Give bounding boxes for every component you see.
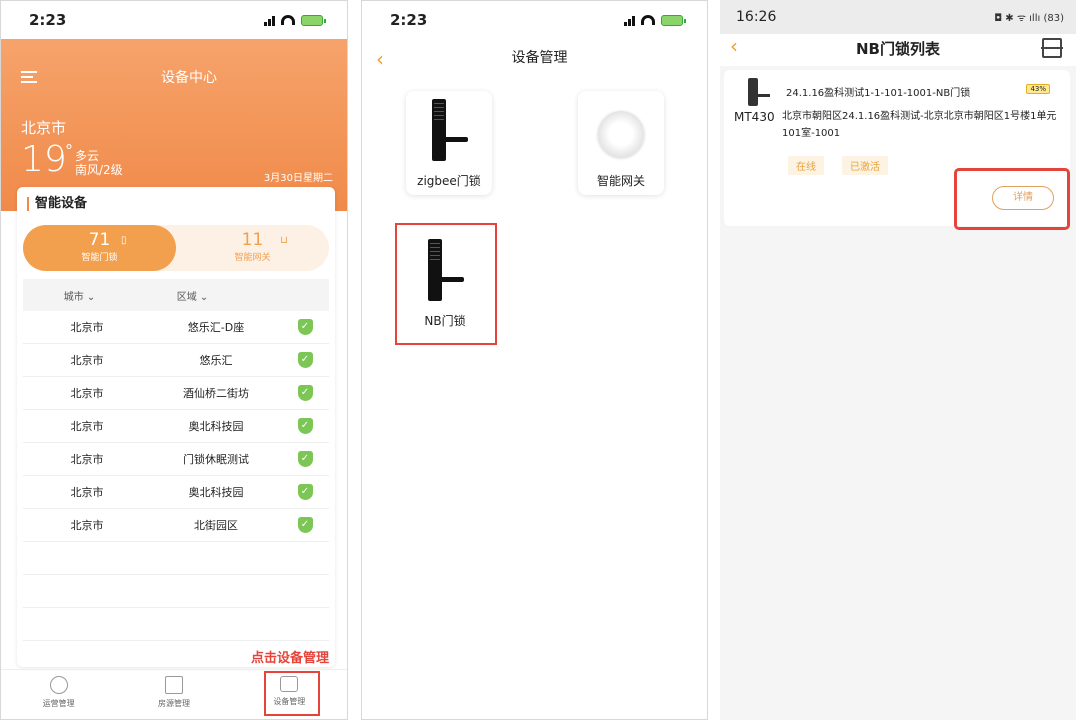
card-title: 智能设备 — [27, 197, 87, 211]
device-zigbee-lock[interactable]: zigbee门锁 — [406, 91, 492, 195]
table-row[interactable]: 北京市 北街园区 ✓ — [23, 509, 329, 542]
page-title: NB门锁列表 — [856, 40, 940, 58]
tab-housing[interactable]: 房源管理 — [116, 670, 231, 719]
battery-icon — [301, 14, 326, 26]
status-time: 2:23 — [29, 11, 67, 29]
empty-row — [23, 575, 329, 608]
shield-check-icon: ✓ — [297, 319, 313, 335]
status-time: 16:26 — [736, 9, 777, 25]
status-icons: ◘ ✱ ᯤ ıllı (83) — [994, 13, 1064, 24]
shield-check-icon: ✓ — [297, 385, 313, 401]
locks-label: 智能门锁 — [81, 253, 118, 263]
status-time: 2:23 — [390, 11, 428, 29]
tab-smart-gateways[interactable]: 11 智能网关 ⊔ — [176, 225, 329, 271]
locks-count: 71 — [88, 230, 111, 250]
table-row[interactable]: 北京市 奥北科技园 ✓ — [23, 410, 329, 443]
device-smart-gateway[interactable]: 智能网关 — [578, 91, 664, 195]
nav-bar: ‹ NB门锁列表 — [720, 34, 1076, 66]
shield-check-icon: ✓ — [297, 517, 313, 533]
lock-name: 24.1.16盈科测试1-1-101-1001-NB门锁 — [786, 88, 971, 99]
page-title: 设备中心 — [161, 70, 217, 86]
battery-icon — [661, 14, 686, 26]
status-badge-activated: 已激活 — [842, 156, 888, 175]
temperature: 19 — [21, 139, 67, 180]
operations-icon — [49, 676, 68, 694]
col-area[interactable]: 区域 ⌄ — [136, 288, 249, 303]
weather-header: 设备中心 北京市 19 ° 多云 南风/2级 3月30日星期二 — [1, 39, 347, 211]
empty-row — [23, 542, 329, 575]
building-icon — [164, 676, 183, 694]
lock-model: MT430 — [734, 110, 775, 124]
table-row[interactable]: 北京市 悠乐汇 ✓ — [23, 344, 329, 377]
empty-row — [23, 608, 329, 641]
lock-icon: ▯ — [121, 235, 127, 246]
status-bar: 16:26 ◘ ✱ ᯤ ıllı (83) — [720, 0, 1076, 34]
shield-check-icon: ✓ — [297, 418, 313, 434]
tab-smart-locks[interactable]: 71 智能门锁 ▯ — [23, 225, 176, 271]
degree-symbol: ° — [65, 141, 73, 160]
signal-icon — [264, 15, 275, 26]
nav-bar: ‹ 设备管理 — [362, 39, 707, 73]
lock-address: 北京市朝阳区24.1.16盈科测试-北京北京市朝阳区1号楼1单元101室-100… — [782, 111, 1057, 139]
status-badge-online: 在线 — [788, 156, 824, 175]
device-table: 城市 ⌄ 区域 ⌄ 北京市 悠乐汇-D座 ✓ 北京市 悠乐汇 ✓ 北京市 酒仙桥二街坊 ✓ … — [23, 279, 329, 641]
status-bar: 2:23 — [362, 1, 707, 39]
highlight-box — [954, 168, 1070, 230]
shield-check-icon: ✓ — [297, 451, 313, 467]
col-city[interactable]: 城市 ⌄ — [23, 288, 136, 303]
status-bar: 2:23 — [1, 1, 347, 39]
gateways-count: 11 — [241, 230, 264, 250]
highlight-box — [395, 223, 497, 345]
shield-check-icon: ✓ — [297, 352, 313, 368]
table-row[interactable]: 北京市 悠乐汇-D座 ✓ — [23, 311, 329, 344]
scan-icon[interactable] — [1041, 38, 1063, 58]
city-label: 北京市 — [21, 119, 67, 137]
signal-icon — [624, 15, 635, 26]
tab-operations[interactable]: 运营管理 — [1, 670, 116, 719]
wifi-icon — [281, 15, 295, 25]
date-label: 3月30日星期二 — [263, 173, 333, 184]
table-row[interactable]: 北京市 门锁休眠测试 ✓ — [23, 443, 329, 476]
table-row[interactable]: 北京市 奥北科技园 ✓ — [23, 476, 329, 509]
gateways-label: 智能网关 — [234, 253, 271, 263]
wind-info: 南风/2级 — [75, 163, 123, 177]
table-header: 城市 ⌄ 区域 ⌄ — [23, 279, 329, 311]
smart-devices-card: 智能设备 71 智能门锁 ▯ 11 智能网关 ⊔ 城市 ⌄ 区域 ⌄ 北京市 悠乐… — [17, 187, 335, 667]
table-row[interactable]: 北京市 酒仙桥二街坊 ✓ — [23, 377, 329, 410]
shield-check-icon: ✓ — [297, 484, 313, 500]
device-type-tabs: 71 智能门锁 ▯ 11 智能网关 ⊔ — [23, 225, 329, 271]
screen-nb-lock-list: 16:26 ◘ ✱ ᯤ ıllı (83) ‹ NB门锁列表 MT430 24.… — [720, 0, 1076, 720]
highlight-box — [264, 671, 320, 716]
instruction-hint: 点击设备管理 — [250, 651, 329, 666]
screen-device-center: 2:23 设备中心 北京市 19 ° 多云 南风/2级 3月30日星期二 智能设… — [0, 0, 348, 720]
weather-condition: 多云 — [75, 149, 100, 163]
weather-info: 多云 南风/2级 — [75, 149, 123, 177]
gateway-icon: ⊔ — [280, 235, 288, 246]
page-title: 设备管理 — [511, 50, 568, 66]
battery-badge: 43% — [1026, 84, 1050, 94]
wifi-icon — [641, 15, 655, 25]
gateway-icon — [598, 111, 644, 157]
screen-device-management: 2:23 ‹ 设备管理 zigbee门锁 智能网关 NB门锁 — [361, 0, 708, 720]
